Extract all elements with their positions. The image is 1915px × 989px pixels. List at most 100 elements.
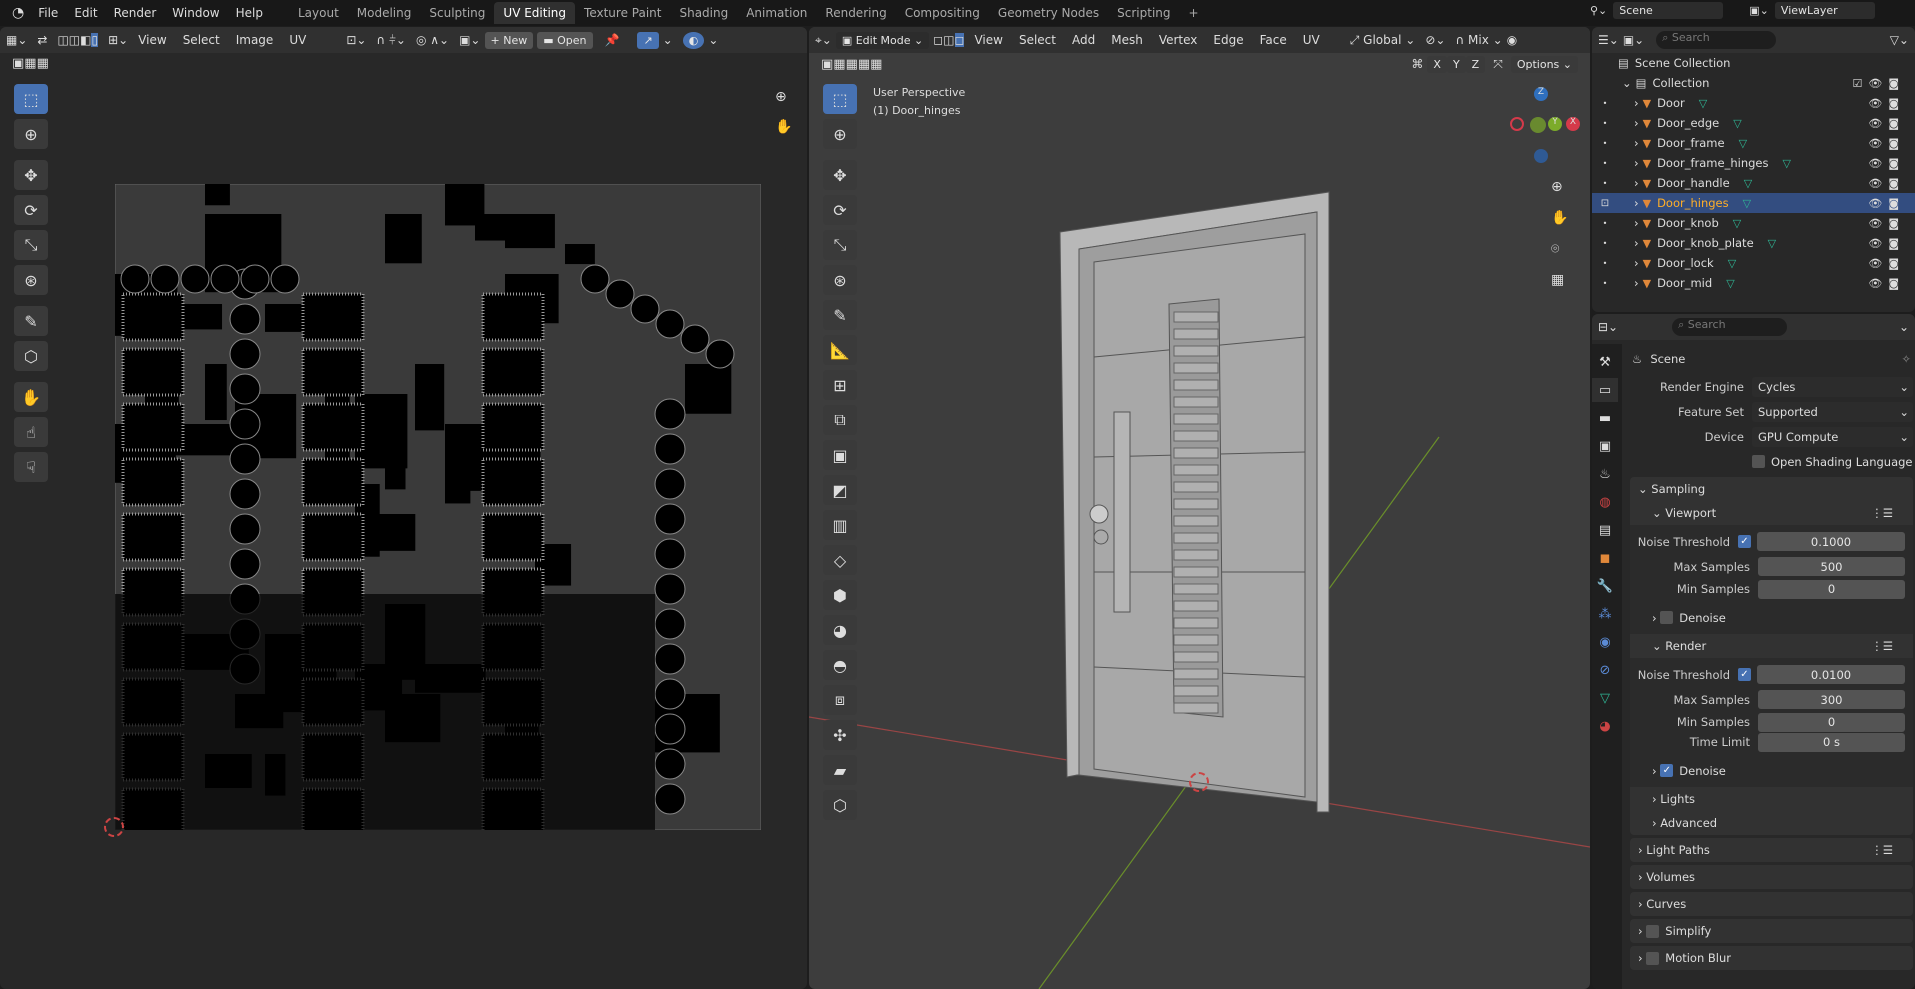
outliner-row[interactable]: • › ▼ Door_frame ▽ 👁◙ [1592,133,1915,153]
tab-animation[interactable]: Animation [737,2,816,24]
smooth-tool[interactable]: ◓ [823,650,857,680]
tab-shading[interactable]: Shading [670,2,737,24]
editor-type-icon[interactable]: ▦⌄ [6,33,27,47]
uv-select-mode-row[interactable]: ▣▦▦ [0,53,807,74]
visibility-icons[interactable]: 👁◙ [1868,177,1905,190]
scene-icon[interactable]: ⚲⌄ [1590,4,1607,17]
viewport-subpanel-header[interactable]: ⌄ Viewport ⋮☰ [1630,501,1913,525]
pan-hand-icon[interactable]: ✋ [1551,203,1568,234]
relax-tool[interactable]: ☝ [14,417,48,447]
viewport-max-samples-field[interactable]: 500 [1758,557,1905,576]
outliner-row[interactable]: • › ▼ Door_handle ▽ 👁◙ [1592,173,1915,193]
edge-slide-tool[interactable]: ⧈ [823,685,857,715]
properties-search[interactable]: ⌕ Search [1672,318,1788,336]
object-name[interactable]: Door_lock [1657,256,1714,270]
transform-tool[interactable]: ⊛ [14,265,48,295]
navigation-gizmo[interactable]: Z X Y [1499,87,1580,167]
render-min-samples-field[interactable]: 0 [1758,712,1905,732]
rotate-tool[interactable]: ⟳ [14,195,48,225]
rip-region-tool[interactable]: ⬡ [823,790,857,820]
collection-row[interactable]: ⌄ ▤ Collection ☑👁◙ [1592,73,1915,93]
object-name[interactable]: Door_hinges [1657,196,1729,210]
outliner-row[interactable]: • › ▼ Door ▽ 👁◙ [1592,93,1915,113]
chevron-right-icon[interactable]: › [1634,256,1639,270]
pinch-tool[interactable]: ☟ [14,452,48,482]
render-noise-checkbox[interactable]: ✓ [1738,668,1751,681]
editor-type-icon[interactable]: ⊟⌄ [1598,320,1618,334]
overlay-toggle[interactable]: ◐ [682,31,705,49]
tab-scripting[interactable]: Scripting [1108,2,1179,24]
gizmo-neg-z[interactable] [1534,149,1548,163]
gizmo-x[interactable]: X [1566,117,1580,131]
gizmo-y[interactable]: Y [1548,117,1562,131]
object-name[interactable]: Door_knob_plate [1657,236,1754,250]
data-tab-icon[interactable]: ▽ [1592,686,1618,710]
outliner-row[interactable]: • › ▼ Door_mid ▽ 👁◙ [1592,273,1915,293]
view-layer-icon[interactable]: ▣⌄ [1623,33,1644,47]
pivot-icon[interactable]: ⊡⌄ [346,33,366,47]
select-box-tool[interactable]: ⬚ [14,84,48,114]
new-image-button[interactable]: + New [484,31,534,49]
chevron-right-icon[interactable]: › [1634,176,1639,190]
tab-compositing[interactable]: Compositing [896,2,989,24]
object-name[interactable]: Door_frame_hinges [1657,156,1768,170]
bevel-tool[interactable]: ◩ [823,475,857,505]
world-tab-icon[interactable]: ◍ [1592,490,1618,514]
device-dropdown[interactable]: GPU Compute ⌄ [1752,426,1913,447]
chevron-right-icon[interactable]: › [1634,196,1639,210]
select-box-tool[interactable]: ⬚ [823,84,857,114]
dot-icon[interactable]: • [1592,239,1618,248]
add-workspace-button[interactable]: + [1180,2,1208,24]
object-name[interactable]: Door_frame [1657,136,1725,150]
dot-icon[interactable]: • [1592,219,1618,228]
outliner-search[interactable]: ⌕ Search [1656,31,1777,49]
2d-cursor-icon[interactable] [104,817,124,837]
pin-icon[interactable]: 📌 [605,33,620,47]
render-engine-dropdown[interactable]: Cycles ⌄ [1752,376,1913,397]
particles-tab-icon[interactable]: ⁂ [1592,602,1618,626]
outliner-row[interactable]: • › ▼ Door_knob_plate ▽ 👁◙ [1592,233,1915,253]
menu-window[interactable]: Window [164,6,227,20]
tool-tab-icon[interactable]: ⚒ [1592,350,1618,374]
mesh-data-icon[interactable]: ▽ [1782,157,1790,170]
mesh-data-icon[interactable]: ▽ [1744,177,1752,190]
scale-tool[interactable]: ⤡ [823,230,857,260]
light-paths-panel[interactable]: › Light Paths ⋮☰ [1630,838,1913,862]
scene-collection-row[interactable]: ▤ Scene Collection [1592,53,1915,73]
dot-icon[interactable]: • [1592,99,1618,108]
render-max-samples-field[interactable]: 300 [1758,690,1905,709]
constraints-tab-icon[interactable]: ⊘ [1592,658,1618,682]
annotate-tool[interactable]: ✎ [823,300,857,330]
dot-icon[interactable]: • [1592,259,1618,268]
modifier-tab-icon[interactable]: 🔧 [1592,574,1618,598]
perspective-grid-icon[interactable]: ▦ [1551,265,1568,296]
viewport-noise-checkbox[interactable]: ✓ [1738,535,1751,548]
zoom-icon[interactable]: ⊕ [1551,172,1568,203]
transform-tool[interactable]: ⊛ [823,265,857,295]
mesh-data-icon[interactable]: ▽ [1726,277,1734,290]
menu-render[interactable]: Render [106,6,165,20]
rip-tool[interactable]: ⬡ [14,341,48,371]
dot-icon[interactable]: • [1592,139,1618,148]
render-denoise-row[interactable]: › ✓ Denoise [1630,758,1913,783]
measure-tool[interactable]: 📐 [823,335,857,365]
loop-cut-tool[interactable]: ▥ [823,510,857,540]
material-tab-icon[interactable]: ◕ [1592,714,1618,738]
spin-tool[interactable]: ◕ [823,615,857,645]
collection-tab-icon[interactable]: ▤ [1592,518,1618,542]
mesh-data-icon[interactable]: ▽ [1733,217,1741,230]
annotate-tool[interactable]: ✎ [14,306,48,336]
motion-blur-checkbox[interactable] [1646,951,1660,965]
filter-icon[interactable]: ▽⌄ [1890,33,1909,47]
image-browse-icon[interactable]: ▣⌄ [459,33,480,47]
presets-list-icon[interactable]: ⋮☰ [1871,843,1893,857]
outliner-row[interactable]: • › ▼ Door_knob ▽ 👁◙ [1592,213,1915,233]
menu-help[interactable]: Help [228,6,271,20]
extrude-tool[interactable]: ⧉ [823,405,857,435]
object-tab-icon[interactable]: ◼ [1592,546,1618,570]
3d-cursor-icon[interactable] [1189,772,1209,792]
snap-icon[interactable]: ∩ ⫩⌄ [376,33,406,48]
menu-edit[interactable]: Edit [66,6,105,20]
proportional-icon[interactable]: ◎ ∧⌄ [416,33,449,47]
tab-geometry-nodes[interactable]: Geometry Nodes [989,2,1108,24]
